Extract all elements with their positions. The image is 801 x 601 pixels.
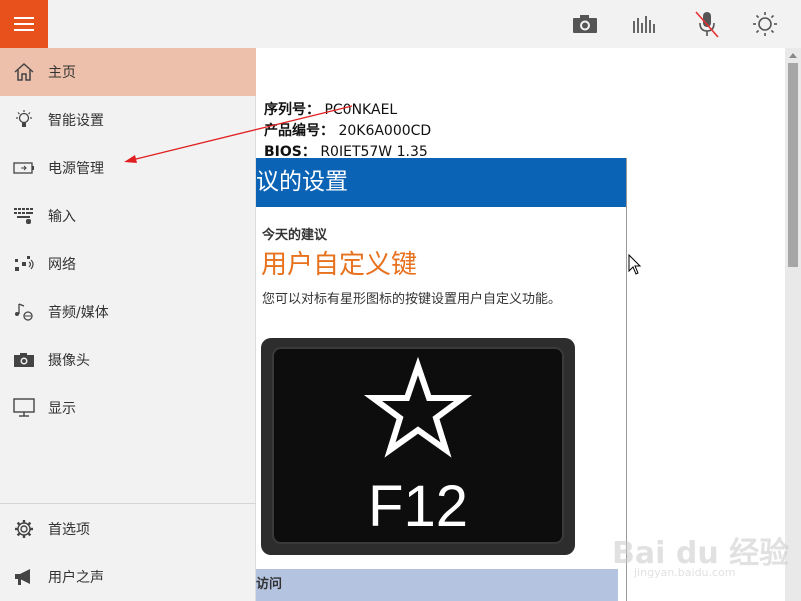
sidebar-divider — [0, 503, 256, 504]
watermark-url: jingyan.baidu.com — [634, 566, 736, 579]
device-info: 序列号： PC0NKAEL 产品编号： 20K6A000CD BIOS： R0I… — [264, 100, 431, 163]
gear-icon — [0, 505, 48, 553]
sidebar-item-label: 网络 — [48, 257, 76, 273]
sidebar-item-user-voice[interactable]: 用户之声 — [0, 553, 256, 601]
microphone-mute-button[interactable] — [692, 9, 722, 39]
sidebar-item-label: 智能设置 — [48, 113, 104, 129]
scrollbar-thumb[interactable] — [788, 63, 798, 267]
camera-icon — [0, 336, 48, 384]
product-number-label: 产品编号： — [264, 123, 334, 139]
visit-bar[interactable]: 访问 — [256, 569, 618, 601]
f12-key-image: F12 — [261, 338, 575, 555]
serial-number-value: PC0NKAEL — [324, 102, 398, 118]
music-note-icon — [0, 288, 48, 336]
menu-icon-line — [14, 23, 34, 25]
battery-icon — [0, 144, 48, 192]
key-label: F12 — [368, 474, 468, 539]
chevron-up-icon — [789, 52, 797, 58]
lightbulb-icon — [0, 96, 48, 144]
sidebar-item-label: 首选项 — [48, 522, 90, 538]
home-icon — [0, 48, 48, 96]
sidebar-item-label: 输入 — [48, 209, 76, 225]
serial-number-label: 序列号： — [264, 102, 320, 118]
sidebar-item-input[interactable]: 输入 — [0, 192, 256, 240]
sidebar-item-audio-media[interactable]: 音频/媒体 — [0, 288, 256, 336]
sidebar-item-home[interactable]: 主页 — [0, 48, 256, 96]
menu-button[interactable] — [0, 0, 48, 48]
suggestion-description: 您可以对标有星形图标的按键设置用户自定义功能。 — [262, 292, 562, 307]
sidebar-item-power[interactable]: 电源管理 — [0, 144, 256, 192]
product-number-value: 20K6A000CD — [338, 123, 432, 139]
menu-icon-line — [14, 29, 34, 31]
suggestion-label: 今天的建议 — [262, 228, 328, 243]
microphone-muted-icon — [695, 11, 719, 38]
sidebar-item-label: 主页 — [48, 65, 76, 81]
watermark: Bai du 经验 jingyan.baidu.com — [612, 510, 792, 590]
product-number-row: 产品编号： 20K6A000CD — [264, 121, 431, 142]
sidebar-item-display[interactable]: 显示 — [0, 384, 256, 432]
keyboard-icon — [0, 192, 48, 240]
brightness-icon — [753, 12, 777, 36]
sidebar: 主页 智能设置 电源管理 输入 网络 音频/媒体 摄像头 显示 首选项 用户之声 — [0, 48, 256, 601]
monitor-icon — [0, 384, 48, 432]
camera-icon — [573, 15, 597, 33]
sidebar-item-label: 显示 — [48, 401, 76, 417]
megaphone-icon — [0, 553, 48, 601]
panel-header: 议的设置 — [256, 158, 626, 207]
serial-number-row: 序列号： PC0NKAEL — [264, 100, 431, 121]
scroll-up-button[interactable] — [785, 48, 801, 62]
sidebar-item-label: 用户之声 — [48, 570, 104, 586]
top-bar — [0, 0, 801, 48]
suggestion-panel: 议的设置 今天的建议 用户自定义键 您可以对标有星形图标的按键设置用户自定义功能… — [256, 158, 627, 601]
sidebar-item-camera[interactable]: 摄像头 — [0, 336, 256, 384]
audio-levels-icon — [633, 16, 655, 33]
sidebar-item-smart-settings[interactable]: 智能设置 — [0, 96, 256, 144]
audio-levels-button[interactable] — [630, 9, 660, 39]
mouse-cursor-icon — [628, 254, 642, 275]
menu-icon-line — [14, 17, 34, 19]
sidebar-item-preferences[interactable]: 首选项 — [0, 505, 256, 553]
sidebar-item-label: 摄像头 — [48, 353, 90, 369]
sidebar-item-label: 电源管理 — [48, 161, 104, 177]
sidebar-item-network[interactable]: 网络 — [0, 240, 256, 288]
suggestion-title[interactable]: 用户自定义键 — [261, 244, 417, 281]
brightness-button[interactable] — [750, 9, 780, 39]
network-icon — [0, 240, 48, 288]
sidebar-item-label: 音频/媒体 — [48, 305, 109, 321]
camera-toggle-button[interactable] — [570, 9, 600, 39]
